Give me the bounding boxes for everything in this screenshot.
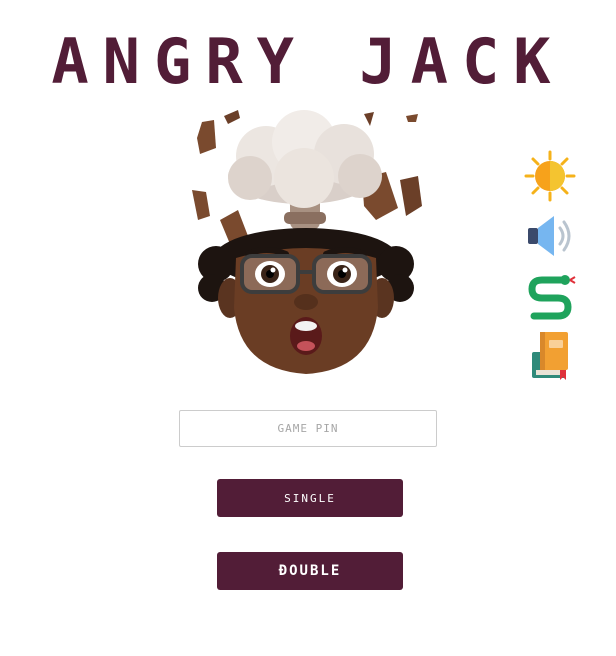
double-button[interactable]: ĐOUBLE <box>217 552 403 590</box>
single-button[interactable]: SINGLE <box>217 479 403 517</box>
speaker-icon[interactable] <box>524 210 576 262</box>
books-icon[interactable] <box>524 330 576 382</box>
game-title: ANGRY JACK <box>51 25 565 98</box>
snake-icon[interactable] <box>524 270 576 322</box>
game-pin-input[interactable] <box>179 410 437 447</box>
side-icons <box>524 150 580 390</box>
sun-icon[interactable] <box>524 150 576 202</box>
angry-jack-avatar <box>192 110 422 374</box>
